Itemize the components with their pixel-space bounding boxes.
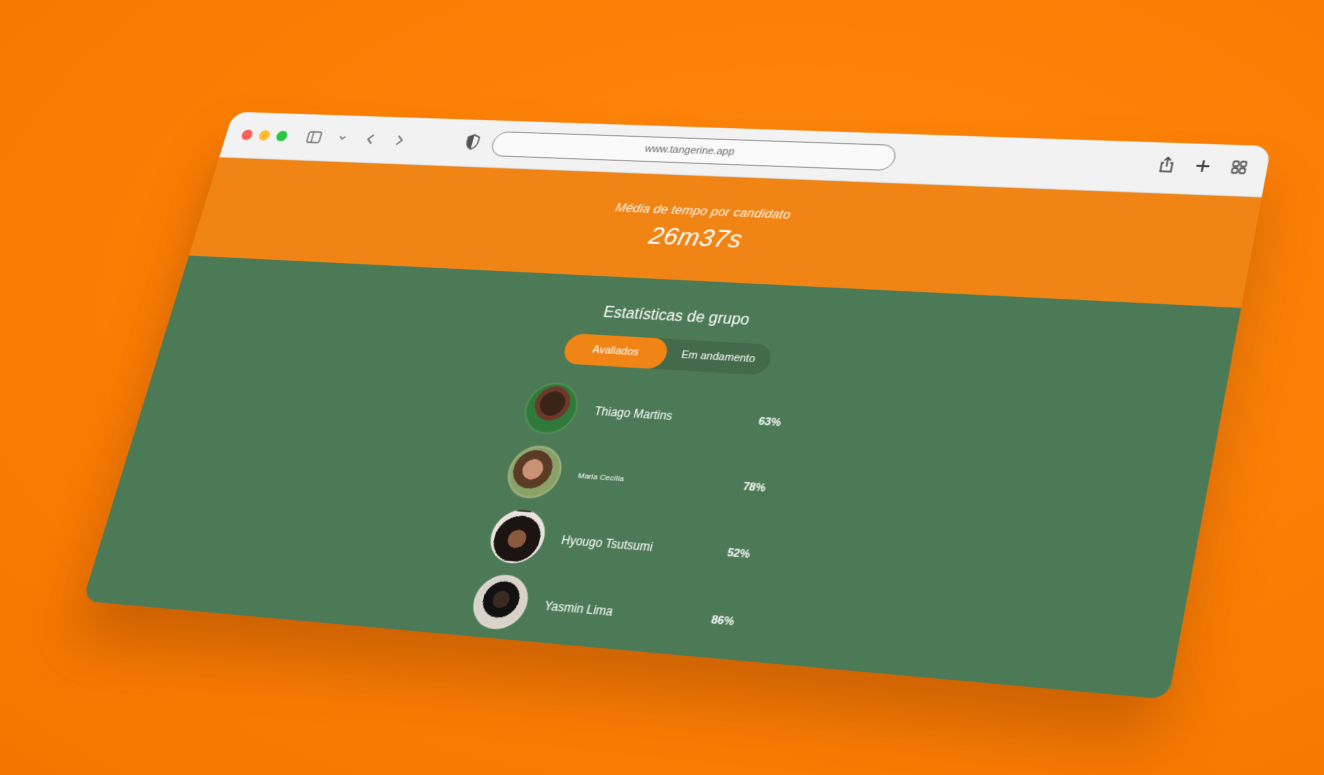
candidate-name: Yasmin Lima xyxy=(542,598,615,619)
window-controls xyxy=(240,129,289,142)
candidate-row[interactable]: Thiago Martins 63% xyxy=(518,379,788,452)
toolbar-actions xyxy=(1156,156,1250,181)
minimize-window-button[interactable] xyxy=(257,130,272,141)
sidebar-icon[interactable] xyxy=(304,129,324,145)
share-icon[interactable] xyxy=(1156,156,1177,179)
avatar xyxy=(518,380,584,436)
candidate-row[interactable]: Maria Cecília 78% xyxy=(501,442,772,517)
avatar xyxy=(484,507,551,566)
view-results-button[interactable]: Ver resultados xyxy=(471,665,694,700)
candidate-name: Thiago Martins xyxy=(592,404,675,423)
group-statistics-section: Estatísticas de grupo Avaliados Em andam… xyxy=(83,256,1242,700)
shield-icon[interactable] xyxy=(463,134,484,152)
nav-controls xyxy=(304,129,410,148)
candidate-score: 52% xyxy=(725,546,752,561)
candidate-list: Thiago Martins 63% Maria Cecília 78% Hyo… xyxy=(464,379,787,660)
grid-icon[interactable] xyxy=(1228,159,1249,180)
tab-avaliados[interactable]: Avaliados xyxy=(561,333,671,370)
candidate-score: 63% xyxy=(757,415,783,430)
average-time-label: Média de tempo por candidato xyxy=(613,200,793,222)
address-bar[interactable]: www.tangerine.app xyxy=(488,131,899,171)
status-toggle: Avaliados Em andamento xyxy=(561,333,774,376)
plus-icon[interactable] xyxy=(1192,158,1213,179)
close-window-button[interactable] xyxy=(240,129,254,141)
tab-em-andamento[interactable]: Em andamento xyxy=(663,339,774,376)
browser-window: www.tangerine.app Média de tempo por can… xyxy=(82,111,1272,700)
zoom-window-button[interactable] xyxy=(275,130,289,142)
candidate-row[interactable]: Yasmin Lima 86% xyxy=(467,571,741,652)
chevron-right-icon[interactable] xyxy=(389,132,410,148)
chevron-left-icon[interactable] xyxy=(360,131,381,147)
candidate-name: Hyougo Tsutsumi xyxy=(559,532,655,555)
background-scene: www.tangerine.app Média de tempo por can… xyxy=(0,0,1324,775)
avatar xyxy=(501,443,568,501)
candidate-score: 78% xyxy=(741,480,767,495)
address-url: www.tangerine.app xyxy=(643,143,736,158)
average-time-value: 26m37s xyxy=(646,221,746,254)
section-title: Estatísticas de grupo xyxy=(601,304,752,329)
chevron-down-icon[interactable] xyxy=(332,130,353,146)
avatar xyxy=(467,572,534,632)
candidate-row[interactable]: Hyougo Tsutsumi 52% xyxy=(484,506,757,584)
candidate-score: 86% xyxy=(709,614,736,629)
candidate-name: Maria Cecília xyxy=(577,470,626,483)
